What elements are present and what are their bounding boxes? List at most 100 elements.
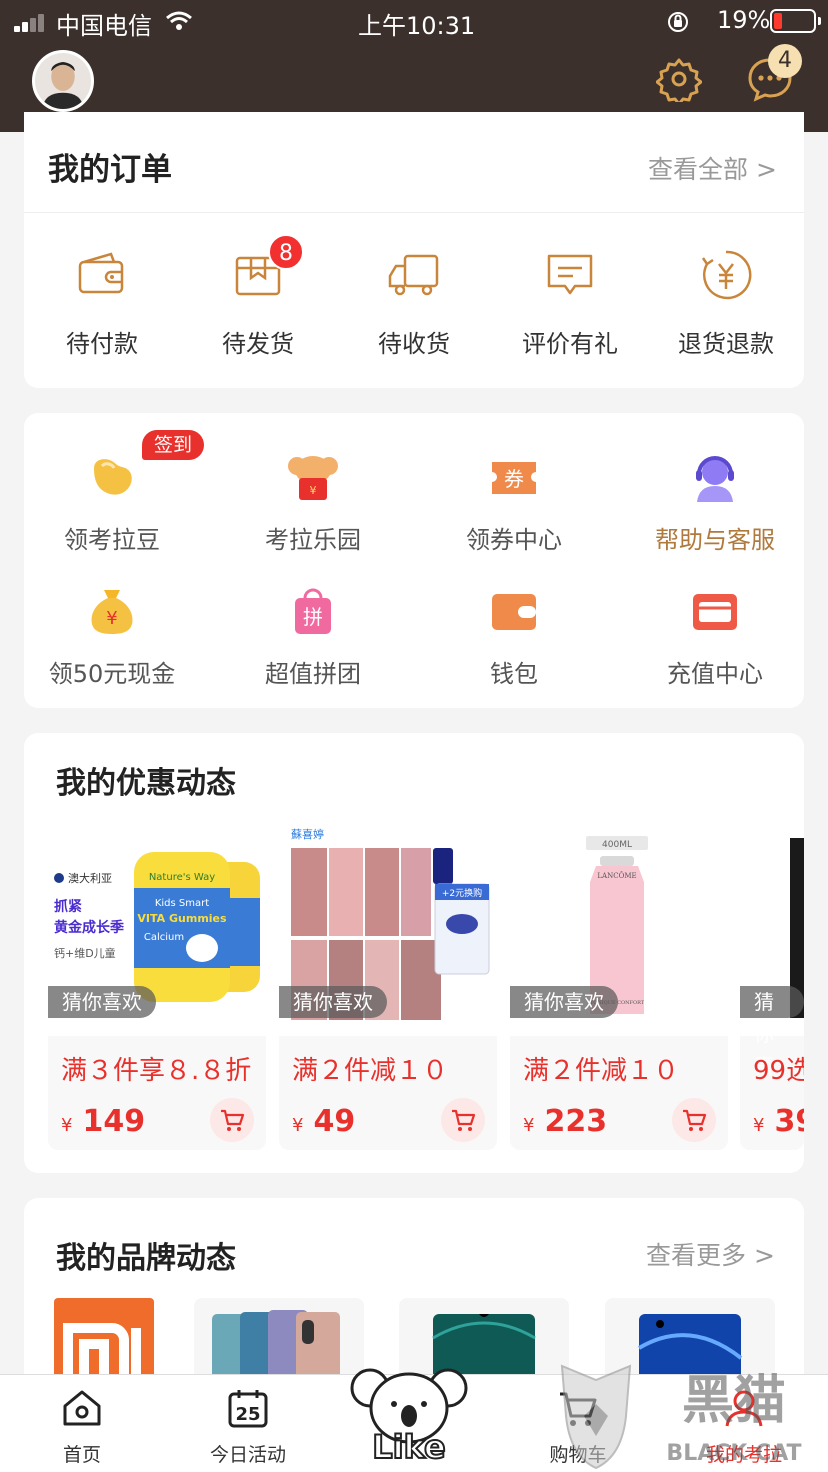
- carrier-name: 中国电信: [56, 12, 152, 40]
- message-count-badge: 4: [768, 44, 802, 78]
- avatar[interactable]: [32, 50, 94, 112]
- guess-you-like-tag: 猜你喜欢: [279, 986, 387, 1018]
- wifi-icon: [166, 11, 192, 30]
- calendar-icon: 25: [228, 1390, 268, 1428]
- service-label: 领考拉豆: [64, 526, 160, 554]
- svg-text:澳大利亚: 澳大利亚: [68, 871, 112, 885]
- service-coupon-center[interactable]: 券 领券中心: [414, 452, 614, 562]
- view-more-brands-link[interactable]: 查看更多 >: [646, 1236, 775, 1272]
- order-pending-receipt[interactable]: 待收货: [354, 238, 474, 378]
- signal-icon: [14, 12, 50, 32]
- guess-you-like-tag: 猜你喜欢: [48, 986, 156, 1018]
- truck-icon: [388, 254, 439, 296]
- order-label: 待付款: [66, 330, 138, 358]
- pending-shipment-badge: 8: [268, 234, 304, 270]
- svg-text:黄金成长季: 黄金成长季: [54, 919, 124, 936]
- product-price: ¥39: [753, 1104, 804, 1139]
- svg-text:Nature's Way: Nature's Way: [149, 872, 215, 883]
- svg-text:钙+维D儿童: 钙+维D儿童: [54, 946, 116, 960]
- service-cash-reward[interactable]: ¥ 领50元现金: [12, 586, 212, 696]
- money-bag-icon: ¥: [91, 590, 133, 634]
- koala-paradise-icon: ¥: [288, 456, 338, 500]
- svg-text:BLACK CAT: BLACK CAT: [666, 1441, 801, 1466]
- service-help[interactable]: 帮助与客服: [615, 452, 815, 562]
- guess-you-like-tag: 猜你喜欢: [510, 986, 618, 1018]
- order-pending-payment[interactable]: 待付款: [42, 238, 162, 378]
- service-label: 考拉乐园: [265, 526, 361, 554]
- guess-you-like-tag: 猜你喜: [740, 986, 804, 1078]
- product-price: ¥49: [292, 1104, 356, 1139]
- service-label: 钱包: [490, 660, 538, 688]
- service-koala-beans[interactable]: 领考拉豆: [12, 452, 212, 562]
- product-promo: 满２件减１０: [292, 1056, 449, 1086]
- battery-percentage: 19%: [717, 6, 771, 34]
- recharge-icon: [693, 594, 737, 630]
- service-label: 超值拼团: [265, 660, 361, 688]
- tab-label: 今日活动: [209, 1444, 286, 1466]
- product-price: ¥223: [523, 1104, 608, 1139]
- svg-text:400ML: 400ML: [602, 840, 632, 850]
- product-promo: 满３件享８.８折: [61, 1056, 252, 1086]
- service-label: 充值中心: [667, 660, 763, 688]
- order-refund[interactable]: 退货退款: [666, 238, 786, 378]
- service-wallet[interactable]: 钱包: [414, 586, 614, 696]
- divider: [24, 212, 804, 213]
- svg-text:VITA Gummies: VITA Gummies: [137, 912, 227, 925]
- signin-tag[interactable]: 签到: [142, 430, 204, 460]
- svg-text:Calcium: Calcium: [144, 932, 184, 943]
- product-price: ¥149: [61, 1104, 146, 1139]
- service-group-buy[interactable]: 拼 超值拼团: [213, 586, 413, 696]
- svg-text:Kids Smart: Kids Smart: [155, 898, 209, 909]
- service-recharge[interactable]: 充值中心: [615, 586, 815, 696]
- product-promo: 99选: [753, 1056, 804, 1086]
- svg-text:蘇喜婷: 蘇喜婷: [291, 827, 324, 841]
- deals-title: 我的优惠动态: [56, 766, 236, 801]
- wallet-icon: [492, 594, 536, 630]
- svg-text:¥: ¥: [106, 608, 117, 629]
- wallet-icon: [78, 252, 124, 294]
- add-to-cart-icon[interactable]: [210, 1098, 254, 1142]
- customer-service-icon: [696, 456, 734, 502]
- order-label: 待发货: [222, 330, 294, 358]
- group-buy-icon: 拼: [295, 588, 331, 634]
- product-card[interactable]: 400ML LANCÔME TONIQUE CONFORT 猜你喜欢 满２件减１…: [510, 818, 728, 1150]
- service-koala-paradise[interactable]: ¥ 考拉乐园: [213, 452, 413, 562]
- tab-label: 首页: [62, 1444, 101, 1466]
- comment-icon: [547, 254, 593, 295]
- coupon-icon: 券: [492, 462, 536, 494]
- orientation-lock-icon: [668, 12, 688, 32]
- order-label: 待收货: [378, 330, 450, 358]
- product-card[interactable]: 猜你喜 99选 ¥39: [740, 818, 804, 1150]
- tab-today-activity[interactable]: 25 今日活动: [188, 1386, 308, 1466]
- svg-text:25: 25: [235, 1404, 260, 1425]
- product-card[interactable]: 蘇喜婷 +2元换购 猜你喜欢 满２件减１０ ¥49: [279, 818, 497, 1150]
- product-card[interactable]: 澳大利亚 抓紧 黄金成长季 钙+维D儿童 Nature's Way Kids S…: [48, 818, 266, 1150]
- product-promo: 满２件减１０: [523, 1056, 680, 1086]
- svg-text:券: 券: [504, 467, 524, 491]
- status-time: 上午10:31: [358, 12, 476, 40]
- view-all-orders-link[interactable]: 查看全部 >: [648, 150, 777, 186]
- order-label: 退货退款: [678, 330, 774, 358]
- service-label: 领券中心: [466, 526, 562, 554]
- service-label: 领50元现金: [48, 660, 176, 688]
- home-icon: [63, 1390, 101, 1426]
- refund-icon: [701, 250, 752, 300]
- add-to-cart-icon[interactable]: [441, 1098, 485, 1142]
- koala-like-icon[interactable]: Like: [350, 1362, 468, 1466]
- svg-text:黑猫: 黑猫: [682, 1371, 786, 1431]
- brands-title: 我的品牌动态: [56, 1241, 236, 1276]
- settings-gear-icon[interactable]: [656, 56, 702, 102]
- svg-text:Like: Like: [372, 1428, 445, 1466]
- svg-text:拼: 拼: [303, 605, 323, 629]
- bean-icon: [94, 459, 132, 495]
- order-review[interactable]: 评价有礼: [510, 238, 630, 378]
- service-label: 帮助与客服: [655, 526, 775, 554]
- svg-text:LANCÔME: LANCÔME: [597, 871, 636, 880]
- blackcat-watermark: 黑猫 BLACK CAT: [560, 1364, 802, 1470]
- tab-home[interactable]: 首页: [22, 1386, 142, 1466]
- battery-icon: [770, 9, 821, 33]
- order-label: 评价有礼: [522, 330, 618, 358]
- svg-text:+2元换购: +2元换购: [442, 887, 482, 899]
- svg-text:¥: ¥: [310, 484, 317, 497]
- add-to-cart-icon[interactable]: [672, 1098, 716, 1142]
